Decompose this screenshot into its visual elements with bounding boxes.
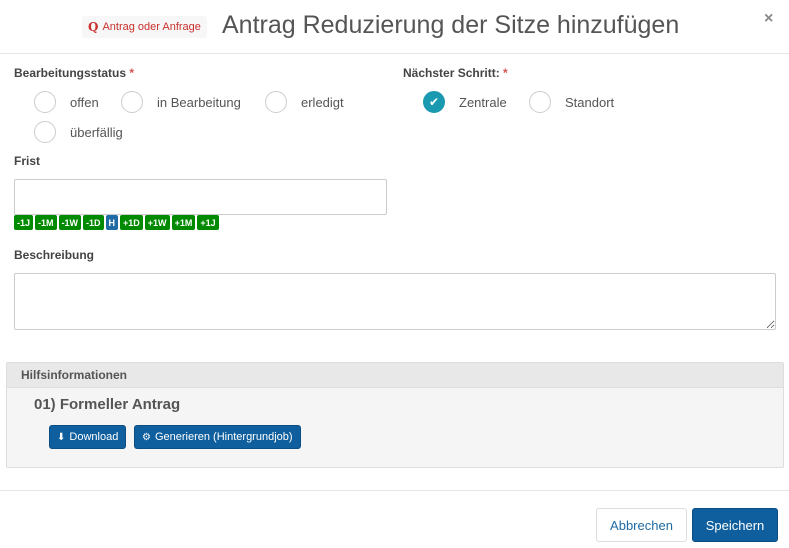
description-textarea[interactable] [14,273,776,330]
next-step-radio-standort[interactable]: Standort [529,91,614,113]
quick-minus-1-year[interactable]: -1J [14,215,34,230]
radio-circle[interactable] [34,121,56,143]
next-step-label: Nächster Schritt: * [403,66,508,80]
next-step-radio-zentrale[interactable]: ✔ Zentrale [423,91,507,113]
radio-circle[interactable] [529,91,551,113]
status-label: Bearbeitungsstatus * [14,66,135,80]
quick-plus-1-day[interactable]: +1D [120,215,143,230]
quick-today[interactable]: H [105,215,119,230]
radio-circle[interactable] [121,91,143,113]
save-button[interactable]: Speichern [692,508,778,542]
help-panel: Hilfsinformationen 01) Formeller Antrag … [6,362,784,468]
cancel-button[interactable]: Abbrechen [596,508,687,542]
status-radio-offen[interactable]: offen [34,91,99,113]
quick-plus-1-week[interactable]: +1W [144,215,170,230]
deadline-quick-buttons: -1J -1M -1W -1D H +1D +1W +1M +1J [14,215,219,230]
download-button[interactable]: ⬇ Download [49,425,127,449]
deadline-label: Frist [14,154,41,168]
close-icon[interactable]: × [764,10,773,28]
download-icon: ⬇ [57,431,66,443]
generate-button[interactable]: ⚙ Generieren (Hintergrundjob) [134,425,301,449]
modal-footer: Abbrechen Speichern [0,490,789,548]
modal-header: Q Antrag oder Anfrage Antrag Reduzierung… [0,0,789,54]
quick-minus-1-day[interactable]: -1D [83,215,104,230]
quick-plus-1-month[interactable]: +1M [171,215,196,230]
record-type-badge: Q Antrag oder Anfrage [82,16,207,38]
gears-icon: ⚙ [142,431,151,443]
q-logo-icon: Q [88,20,99,34]
radio-circle[interactable] [34,91,56,113]
help-item-title: 01) Formeller Antrag [34,396,181,413]
radio-circle[interactable] [265,91,287,113]
deadline-input[interactable] [14,179,387,215]
checkmark-icon[interactable]: ✔ [423,91,445,113]
status-radio-in-bearbeitung[interactable]: in Bearbeitung [121,91,241,113]
description-label: Beschreibung [14,248,95,262]
status-radio-erledigt[interactable]: erledigt [265,91,344,113]
status-radio-ueberfaellig[interactable]: überfällig [34,121,123,143]
quick-minus-1-month[interactable]: -1M [35,215,57,230]
record-type-label: Antrag oder Anfrage [102,21,201,33]
help-panel-heading: Hilfsinformationen [7,363,783,388]
modal-title: Antrag Reduzierung der Sitze hinzufügen [222,11,680,39]
quick-plus-1-year[interactable]: +1J [197,215,219,230]
quick-minus-1-week[interactable]: -1W [58,215,82,230]
